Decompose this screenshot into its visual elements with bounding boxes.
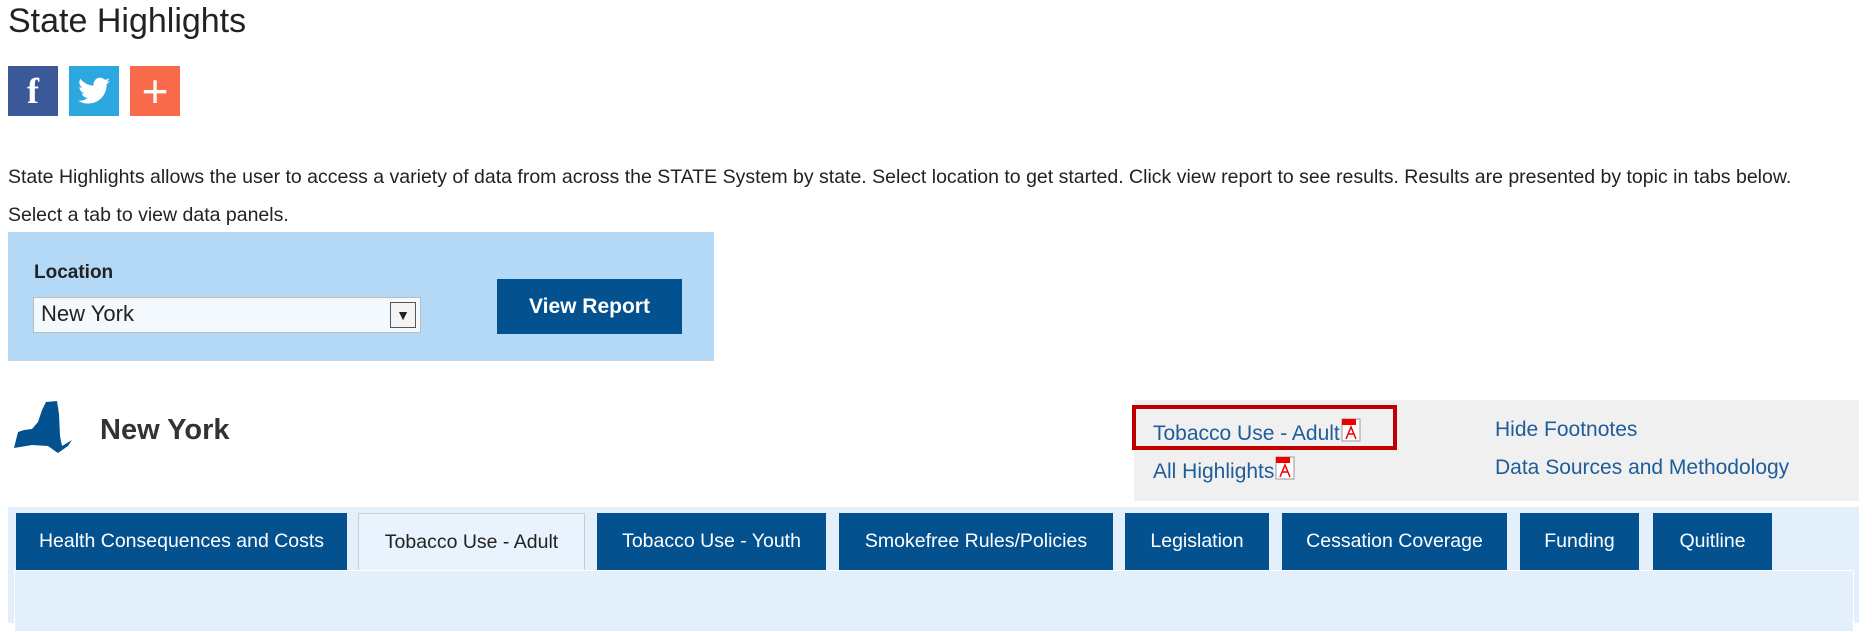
tab-tobacco-use-adult[interactable]: Tobacco Use - Adult xyxy=(358,513,585,571)
tab-smokefree-rules[interactable]: Smokefree Rules/Policies xyxy=(839,513,1113,570)
data-sources-link[interactable]: Data Sources and Methodology xyxy=(1495,456,1789,480)
twitter-share-button[interactable] xyxy=(69,66,119,116)
view-report-button[interactable]: View Report xyxy=(497,279,682,334)
location-selected-value: New York xyxy=(41,301,134,326)
pdf-icon xyxy=(1275,456,1295,480)
add-share-icon: + xyxy=(141,65,169,117)
highlight-box xyxy=(1132,405,1397,450)
state-name: New York xyxy=(100,414,230,446)
tab-funding[interactable]: Funding xyxy=(1520,513,1639,570)
add-share-button[interactable]: + xyxy=(130,65,180,117)
tab-health-consequences[interactable]: Health Consequences and Costs xyxy=(16,513,347,570)
location-select[interactable]: New York ▼ xyxy=(33,297,421,333)
facebook-icon: f xyxy=(27,71,39,111)
intro-text: State Highlights allows the user to acce… xyxy=(8,166,1792,226)
facebook-share-button[interactable]: f xyxy=(8,66,58,116)
chevron-down-icon[interactable]: ▼ xyxy=(390,302,416,328)
all-highlights-link-text: All Highlights xyxy=(1153,460,1275,483)
tab-quitline[interactable]: Quitline xyxy=(1653,513,1772,570)
tab-tobacco-use-youth[interactable]: Tobacco Use - Youth xyxy=(597,513,826,570)
location-panel: Location New York ▼ View Report xyxy=(8,232,714,361)
tab-panel: Health Consequences and Costs Tobacco Us… xyxy=(8,507,1859,632)
tab-legislation[interactable]: Legislation xyxy=(1125,513,1269,570)
page-title: State Highlights xyxy=(8,2,247,40)
tab-cessation-coverage[interactable]: Cessation Coverage xyxy=(1282,513,1507,570)
all-highlights-pdf-link[interactable]: All Highlights xyxy=(1153,456,1295,484)
twitter-icon xyxy=(78,77,110,104)
hide-footnotes-link[interactable]: Hide Footnotes xyxy=(1495,418,1637,442)
location-label: Location xyxy=(34,262,114,283)
new-york-state-map-icon xyxy=(14,401,72,453)
